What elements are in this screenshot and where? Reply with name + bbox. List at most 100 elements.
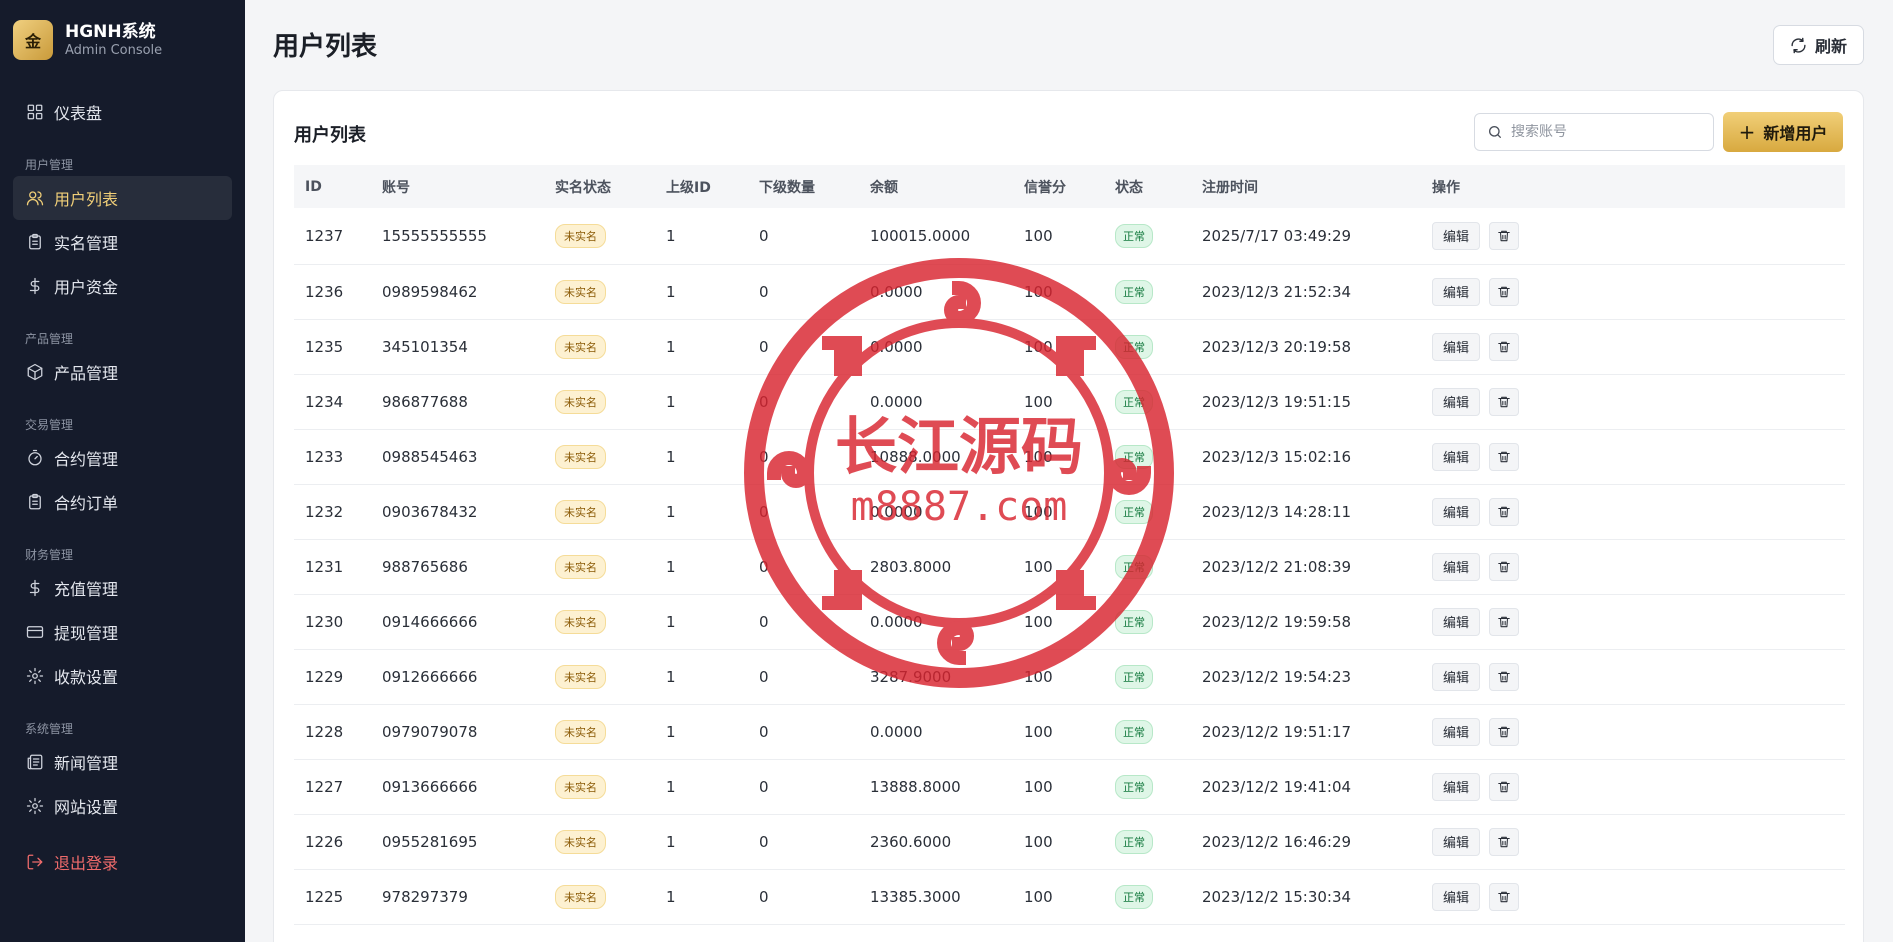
trash-icon [1498,451,1510,462]
sidebar-item-contract-orders[interactable]: 合约订单 [0,480,245,524]
status-badge: 正常 [1115,279,1153,304]
status-badge: 正常 [1115,444,1153,469]
sidebar-item-dashboard[interactable]: 仪表盘 [0,90,245,134]
trash-icon [1498,616,1510,627]
cell-register-time: 2023/12/2 19:59:58 [1191,594,1421,650]
sidebar-item-recharge[interactable]: 充值管理 [0,566,245,610]
cell-status: 正常 [1104,814,1191,870]
sidebar-item-payment-settings[interactable]: 收款设置 [0,654,245,698]
delete-button[interactable] [1489,772,1520,801]
delete-button[interactable] [1489,221,1520,250]
edit-button[interactable]: 编辑 [1432,607,1481,636]
sidebar-item-site-settings[interactable]: 网站设置 [0,784,245,828]
edit-button[interactable]: 编辑 [1432,827,1481,856]
cell-account: 0979079078 [371,704,544,760]
cell-id: 1229 [294,649,371,705]
cell-realname: 未实名 [544,484,655,540]
cell-realname: 未实名 [544,429,655,485]
cell-id: 1237 [294,208,371,265]
delete-button[interactable] [1489,552,1520,581]
refresh-button[interactable]: 刷新 [1772,25,1864,65]
card-title: 用户列表 [294,125,366,146]
cell-actions: 编辑 [1421,429,1845,485]
cell-account: 978297379 [371,869,544,925]
user-list-card: 用户列表 + 新增用户 ID 账号 实名状态 上级ID 下级数量 余额 信誉分 状态 注册时间 操… [273,90,1864,942]
edit-button[interactable]: 编辑 [1432,662,1481,691]
delete-button[interactable] [1489,607,1520,636]
edit-button[interactable]: 编辑 [1432,882,1481,911]
delete-button[interactable] [1489,332,1520,361]
cell-children: 0 [748,539,859,595]
cell-score: 100 [1013,374,1104,430]
column-header: ID [305,178,322,195]
row-actions: 编辑 [1432,717,1845,746]
cell-parent-id: 1 [655,704,748,760]
sidebar-item-user-funds[interactable]: 用户资金 [0,264,245,308]
edit-button[interactable]: 编辑 [1432,497,1481,526]
trash-icon [1498,506,1510,517]
cell-parent-id: 1 [655,484,748,540]
cell-realname: 未实名 [544,814,655,870]
status-badge: 正常 [1115,719,1153,744]
column-header: 状态 [1115,179,1143,196]
cell-id: 1236 [294,264,371,320]
status-badge: 正常 [1115,884,1153,909]
delete-button[interactable] [1489,827,1520,856]
delete-button[interactable] [1489,717,1520,746]
delete-button[interactable] [1489,442,1520,471]
edit-button[interactable]: 编辑 [1432,221,1481,250]
cell-realname: 未实名 [544,374,655,430]
delete-button[interactable] [1489,662,1520,691]
cell-actions: 编辑 [1421,319,1845,375]
cell-actions: 编辑 [1421,704,1845,760]
sidebar-item-user-list[interactable]: 用户列表 [13,176,232,220]
delete-button[interactable] [1489,387,1520,416]
sidebar-item-contract-mgmt[interactable]: 合约管理 [0,436,245,480]
sidebar-item-label: 用户资金 [54,278,119,297]
cell-parent-id: 1 [655,814,748,870]
sidebar-item-withdraw[interactable]: 提现管理 [0,610,245,654]
edit-button[interactable]: 编辑 [1432,772,1481,801]
sidebar-item-product-mgmt[interactable]: 产品管理 [0,350,245,394]
delete-button[interactable] [1489,497,1520,526]
edit-button[interactable]: 编辑 [1432,332,1481,361]
row-actions: 编辑 [1432,607,1845,636]
cell-id: 1234 [294,374,371,430]
delete-button[interactable] [1489,882,1520,911]
cell-account: 988765686 [371,539,544,595]
row-actions: 编辑 [1432,882,1845,911]
sidebar-item-realname[interactable]: 实名管理 [0,220,245,264]
cell-parent-id: 1 [655,759,748,815]
delete-button[interactable] [1489,277,1520,306]
row-actions: 编辑 [1432,497,1845,526]
row-actions: 编辑 [1432,387,1845,416]
page-title: 用户列表 [273,32,378,62]
search-input[interactable] [1511,124,1701,140]
sidebar-item-logout[interactable]: 退出登录 [0,840,245,884]
edit-button[interactable]: 编辑 [1432,552,1481,581]
status-badge: 正常 [1115,829,1153,854]
column-header: 信誉分 [1024,179,1066,196]
cell-balance: 0.0000 [859,704,1013,760]
column-header: 余额 [870,179,898,196]
edit-button[interactable]: 编辑 [1432,717,1481,746]
cell-id: 1233 [294,429,371,485]
realname-badge: 未实名 [555,223,606,248]
cell-score: 100 [1013,759,1104,815]
cell-status: 正常 [1104,539,1191,595]
sidebar-item-label: 收款设置 [54,668,119,687]
cell-register-time: 2023/12/3 21:52:34 [1191,264,1421,320]
edit-button[interactable]: 编辑 [1432,442,1481,471]
cell-register-time: 2023/12/2 16:46:29 [1191,814,1421,870]
table-row: 1227 0913666666 未实名 1 0 13888.8000 100 正常 2023/1… [294,759,1845,815]
cell-register-time: 2023/12/3 19:51:15 [1191,374,1421,430]
edit-button[interactable]: 编辑 [1432,387,1481,416]
add-user-button[interactable]: + 新增用户 [1723,112,1843,152]
brand-logo: 金 [13,20,53,60]
status-badge: 正常 [1115,389,1153,414]
cell-id: 1225 [294,869,371,925]
edit-button[interactable]: 编辑 [1432,277,1481,306]
column-header: 下级数量 [759,179,815,196]
cell-balance: 0.0000 [859,264,1013,320]
sidebar-item-news[interactable]: 新闻管理 [0,740,245,784]
